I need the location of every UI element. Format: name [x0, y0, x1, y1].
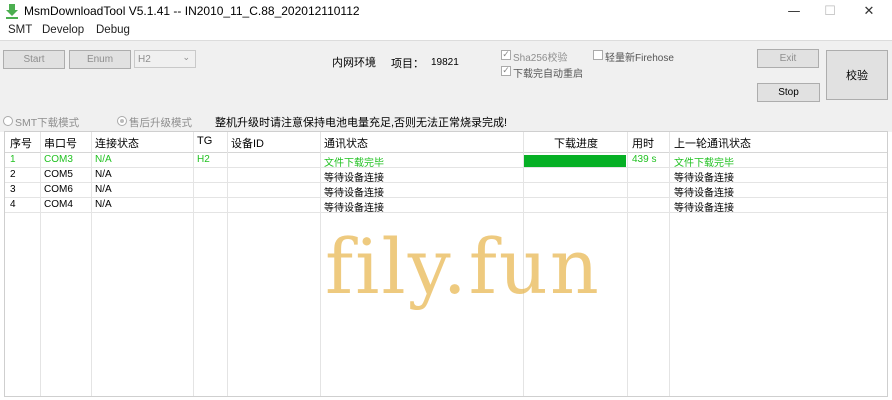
cell-no: 3 [10, 184, 16, 195]
row-divider [5, 212, 887, 213]
sha256-label: Sha256校验 [513, 53, 568, 64]
table-row[interactable]: 4 COM4 N/A 等待设备连接 等待设备连接 [5, 198, 887, 214]
enum-button[interactable]: Enum [69, 50, 131, 69]
light-firehose-checkbox[interactable] [593, 50, 603, 60]
table-row[interactable]: 1 COM3 N/A H2 文件下载完毕 439 s 文件下载完毕 [5, 153, 887, 169]
cell-port: COM6 [44, 184, 73, 195]
download-progress-bar [524, 155, 626, 167]
smt-mode-label: SMT下载模式 [15, 117, 80, 129]
table-row[interactable]: 3 COM6 N/A 等待设备连接 等待设备连接 [5, 183, 887, 199]
cell-connection: N/A [95, 154, 112, 165]
cell-no: 1 [10, 154, 16, 165]
cell-port: COM3 [44, 154, 73, 165]
download-arrow-icon [6, 4, 18, 19]
target-select-value: H2 [138, 54, 151, 65]
auto-reboot-label: 下载完自动重启 [513, 69, 583, 80]
col-connection[interactable]: 连接状态 [95, 135, 139, 151]
cell-time: 439 s [632, 154, 657, 165]
col-port[interactable]: 串口号 [44, 135, 77, 151]
aftersales-mode-label: 售后升级模式 [129, 117, 192, 129]
aftersales-mode-radio[interactable] [117, 116, 127, 126]
col-no[interactable]: 序号 [10, 135, 32, 151]
col-device-id[interactable]: 设备ID [231, 135, 264, 151]
sha256-checkbox[interactable]: ✓ [501, 50, 511, 60]
network-label: 内网环境 [332, 57, 376, 69]
minimize-button[interactable]: — [775, 0, 813, 22]
col-progress[interactable]: 下载进度 [554, 135, 598, 151]
maximize-icon: ☐ [824, 3, 836, 19]
close-button[interactable]: ✕ [850, 0, 888, 22]
project-value: 19821 [431, 57, 459, 68]
col-time[interactable]: 用时 [632, 135, 654, 151]
cell-tg: H2 [197, 154, 210, 165]
auto-reboot-checkbox[interactable]: ✓ [501, 66, 511, 76]
target-select[interactable]: H2 ⌄ [134, 50, 196, 68]
cell-connection: N/A [95, 199, 112, 210]
maximize-button[interactable]: ☐ [811, 0, 849, 22]
table-row[interactable]: 2 COM5 N/A 等待设备连接 等待设备连接 [5, 168, 887, 184]
col-comm-status[interactable]: 通讯状态 [324, 135, 368, 151]
exit-button[interactable]: Exit [757, 49, 819, 68]
battery-warning: 整机升级时请注意保持电池电量充足,否则无法正常烧录完成! [215, 117, 508, 129]
control-panel: Start Enum H2 ⌄ 内网环境 项目： 19821 ✓ Sha256校… [0, 40, 892, 132]
chevron-down-icon: ⌄ [182, 52, 190, 62]
minimize-icon: — [787, 3, 801, 19]
smt-mode-radio[interactable] [3, 116, 13, 126]
cell-no: 2 [10, 169, 16, 180]
col-tg[interactable]: TG [197, 135, 212, 147]
cell-port: COM4 [44, 199, 73, 210]
menu-smt[interactable]: SMT [8, 24, 32, 36]
start-button[interactable]: Start [3, 50, 65, 69]
watermark: fily.fun [325, 222, 601, 311]
verify-button[interactable]: 校验 [826, 50, 888, 100]
project-label: 项目： [391, 58, 424, 70]
close-icon: ✕ [863, 3, 875, 19]
menu-develop[interactable]: Develop [42, 24, 84, 36]
col-last-status[interactable]: 上一轮通讯状态 [674, 135, 751, 151]
cell-connection: N/A [95, 169, 112, 180]
stop-button[interactable]: Stop [757, 83, 820, 102]
cell-no: 4 [10, 199, 16, 210]
window-title: MsmDownloadTool V5.1.41 -- IN2010_11_C.8… [24, 4, 360, 18]
title-bar: MsmDownloadTool V5.1.41 -- IN2010_11_C.8… [0, 0, 892, 22]
light-firehose-label: 轻量新Firehose [605, 53, 674, 64]
menu-bar: SMT Develop Debug [0, 22, 892, 40]
cell-port: COM5 [44, 169, 73, 180]
menu-debug[interactable]: Debug [96, 24, 130, 36]
cell-connection: N/A [95, 184, 112, 195]
